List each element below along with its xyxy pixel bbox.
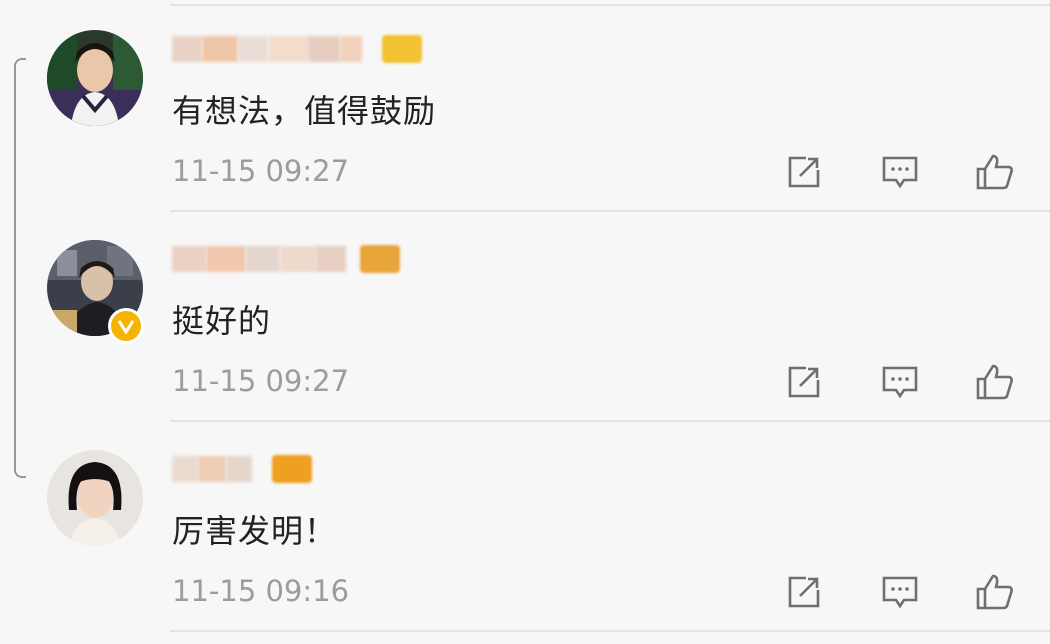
like-icon: [976, 364, 1013, 400]
share-button[interactable]: [784, 572, 824, 612]
reply-button[interactable]: [880, 572, 920, 612]
avatar[interactable]: [47, 30, 143, 126]
comment-text: 挺好的: [172, 302, 272, 340]
member-badge-icon: [272, 455, 312, 483]
like-icon: [976, 154, 1013, 190]
comment-list-page: 有想法，值得鼓励 11-15 09:27 挺好的 11-15 09:27 厉害发…: [0, 0, 1050, 644]
comment-item: 有想法，值得鼓励 11-15 09:27: [0, 2, 1050, 212]
like-button[interactable]: [975, 572, 1015, 612]
like-button[interactable]: [975, 152, 1015, 192]
comment-divider: [170, 630, 1050, 632]
like-icon: [976, 574, 1013, 610]
member-badge-icon: [382, 35, 422, 63]
like-button[interactable]: [975, 362, 1015, 402]
reply-button[interactable]: [880, 152, 920, 192]
avatar[interactable]: [47, 450, 143, 546]
share-icon: [788, 366, 820, 398]
share-button[interactable]: [784, 362, 824, 402]
comment-text: 有想法，值得鼓励: [172, 92, 437, 130]
verified-badge-icon: [108, 308, 144, 344]
comment-item: 厉害发明！ 11-15 09:16: [0, 422, 1050, 632]
comment-icon: [882, 576, 918, 609]
timestamp: 11-15 09:27: [172, 364, 350, 398]
reply-button[interactable]: [880, 362, 920, 402]
share-button[interactable]: [784, 152, 824, 192]
username-blurred[interactable]: [172, 452, 312, 486]
username-blurred[interactable]: [172, 32, 422, 66]
comment-icon: [882, 366, 918, 399]
share-icon: [788, 156, 820, 188]
comment-item: 挺好的 11-15 09:27: [0, 212, 1050, 422]
timestamp: 11-15 09:27: [172, 154, 350, 188]
member-badge-icon: [360, 245, 400, 273]
username-blurred[interactable]: [172, 242, 400, 276]
comment-icon: [882, 156, 918, 189]
timestamp: 11-15 09:16: [172, 574, 350, 608]
comment-text: 厉害发明！: [172, 512, 338, 550]
share-icon: [788, 576, 820, 608]
